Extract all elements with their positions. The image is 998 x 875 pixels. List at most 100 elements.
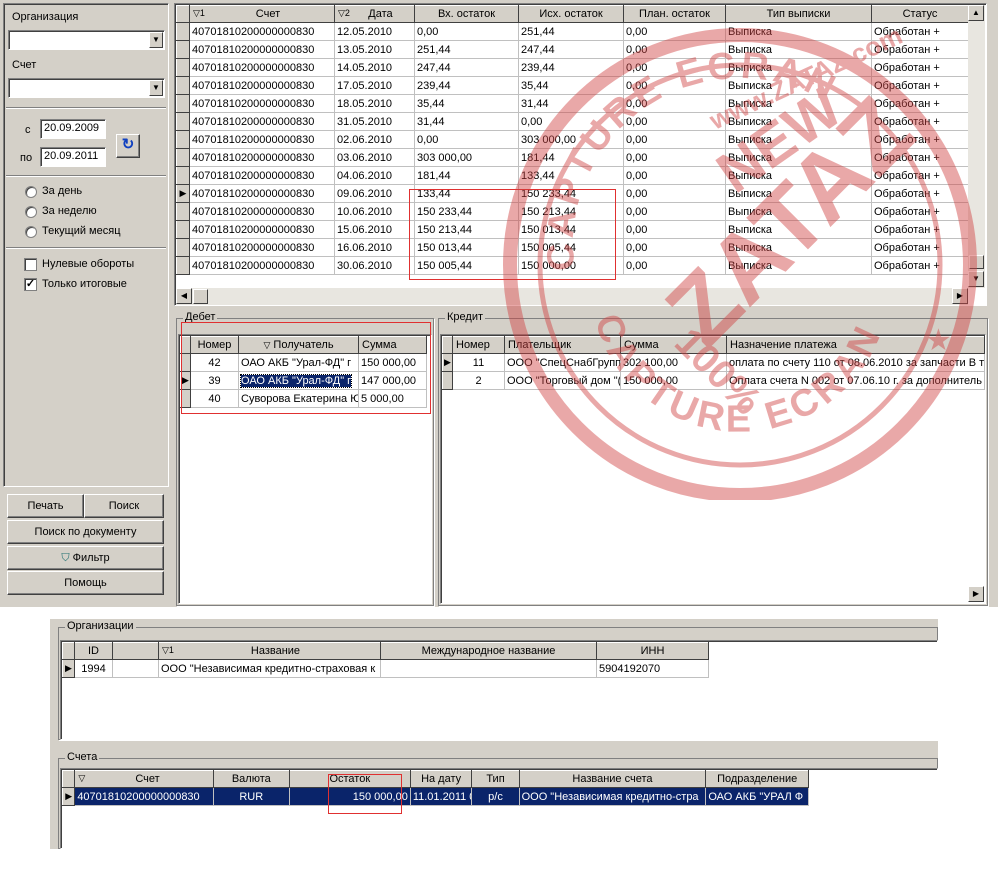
table-row[interactable]: 40701810200000000830 15.06.2010 150 213,44… bbox=[176, 220, 969, 239]
table-cell[interactable]: 40701810200000000830 bbox=[189, 112, 335, 131]
scroll-right-icon[interactable]: ▶ bbox=[952, 288, 968, 304]
table-row[interactable]: ▶ 11 ООО "СпецСнабГрупп" 302 100,00 оплата п… bbox=[442, 353, 985, 372]
table-cell[interactable]: Обработан + bbox=[871, 148, 969, 167]
table-cell[interactable]: 5 000,00 bbox=[358, 389, 427, 408]
table-cell[interactable]: 150 233,44 bbox=[414, 202, 519, 221]
table-cell[interactable]: Обработан + bbox=[871, 256, 969, 275]
table-cell[interactable]: Обработан + bbox=[871, 94, 969, 113]
col-header-amount[interactable]: Сумма bbox=[358, 336, 427, 354]
col-header-account-name[interactable]: Название счета bbox=[518, 770, 707, 788]
table-cell[interactable]: 40701810200000000830 bbox=[189, 220, 335, 239]
table-cell[interactable]: 03.06.2010 bbox=[334, 148, 415, 167]
table-cell[interactable]: 150 013,44 bbox=[518, 220, 624, 239]
table-cell[interactable]: Обработан + bbox=[871, 238, 969, 257]
col-header-number[interactable]: Номер bbox=[190, 336, 239, 354]
table-cell[interactable]: 0,00 bbox=[623, 238, 726, 257]
table-cell[interactable]: 40701810200000000830 bbox=[189, 184, 335, 203]
table-cell[interactable]: Обработан + bbox=[871, 220, 969, 239]
table-cell[interactable]: 39 bbox=[190, 371, 239, 390]
chevron-down-icon[interactable]: ▼ bbox=[149, 32, 163, 48]
table-cell[interactable]: 30.06.2010 bbox=[334, 256, 415, 275]
table-cell[interactable]: ОАО АКБ "Урал-ФД" г bbox=[238, 371, 359, 390]
table-cell[interactable]: Выписка bbox=[725, 148, 872, 167]
table-cell[interactable]: 40 bbox=[190, 389, 239, 408]
table-row[interactable]: 40701810200000000830 16.06.2010 150 013,44… bbox=[176, 238, 969, 257]
table-cell[interactable]: 40701810200000000830 bbox=[74, 787, 214, 806]
table-cell[interactable]: ООО "СпецСнабГрупп" bbox=[504, 353, 621, 372]
table-cell[interactable]: 31.05.2010 bbox=[334, 112, 415, 131]
table-cell[interactable]: 15.06.2010 bbox=[334, 220, 415, 239]
table-cell[interactable]: 0,00 bbox=[623, 130, 726, 149]
table-cell[interactable]: Выписка bbox=[725, 184, 872, 203]
refresh-button[interactable]: ↻ bbox=[116, 134, 140, 158]
col-header-inn[interactable]: ИНН bbox=[596, 642, 709, 660]
date-to-input[interactable]: 20.09.2011 bbox=[40, 147, 106, 167]
col-header-id[interactable]: ID bbox=[74, 642, 113, 660]
table-row[interactable]: 40701810200000000830 31.05.2010 31,44 0,00 0… bbox=[176, 112, 969, 131]
table-cell[interactable]: 0,00 bbox=[623, 22, 726, 41]
table-cell[interactable]: 40701810200000000830 bbox=[189, 58, 335, 77]
table-cell[interactable]: 303 000,00 bbox=[414, 148, 519, 167]
account-combo[interactable]: ▼ bbox=[8, 78, 165, 98]
table-cell[interactable]: 0,00 bbox=[623, 40, 726, 59]
table-cell[interactable]: 11 bbox=[452, 353, 505, 372]
table-cell[interactable]: Выписка bbox=[725, 238, 872, 257]
col-header-status[interactable]: Статус bbox=[871, 5, 969, 23]
table-cell[interactable]: 150 005,44 bbox=[518, 238, 624, 257]
table-cell[interactable]: 1994 bbox=[74, 659, 113, 678]
accounts-grid[interactable]: ▽ Счет Валюта Остаток На дату Тип Названи… bbox=[61, 770, 809, 806]
statements-hscroll-thumb[interactable] bbox=[193, 289, 208, 304]
table-cell[interactable]: Выписка bbox=[725, 40, 872, 59]
table-row[interactable]: 40701810200000000830 30.06.2010 150 005,44… bbox=[176, 256, 969, 275]
table-row[interactable]: ▶ 40701810200000000830 09.06.2010 133,44 150… bbox=[176, 184, 969, 203]
table-cell[interactable]: 40701810200000000830 bbox=[189, 76, 335, 95]
table-cell[interactable]: 150 013,44 bbox=[414, 238, 519, 257]
radio-day[interactable] bbox=[25, 186, 37, 198]
table-row[interactable]: 2 ООО "Торговый дом "(150 000,00 Оплата сч… bbox=[442, 371, 985, 390]
date-from-input[interactable]: 20.09.2009 bbox=[40, 119, 106, 139]
table-row[interactable]: 40701810200000000830 18.05.2010 35,44 31,44… bbox=[176, 94, 969, 113]
table-cell[interactable]: 40701810200000000830 bbox=[189, 94, 335, 113]
table-row[interactable]: ▶ 40701810200000000830 RUR 150 000,00 11.01.… bbox=[61, 787, 809, 806]
table-cell[interactable]: ОАО АКБ "Урал-ФД" г bbox=[238, 353, 359, 372]
table-cell[interactable]: 13.05.2010 bbox=[334, 40, 415, 59]
table-cell[interactable]: 40701810200000000830 bbox=[189, 256, 335, 275]
table-cell[interactable]: 0,00 bbox=[623, 148, 726, 167]
table-cell[interactable]: Выписка bbox=[725, 202, 872, 221]
col-header-date[interactable]: ▽2 Дата bbox=[334, 5, 415, 23]
row-indicator[interactable] bbox=[176, 202, 190, 221]
table-row[interactable]: 40701810200000000830 17.05.2010 239,44 35,4… bbox=[176, 76, 969, 95]
table-cell[interactable]: Обработан + bbox=[871, 22, 969, 41]
table-cell[interactable]: 0,00 bbox=[623, 76, 726, 95]
table-cell[interactable]: 0,00 bbox=[623, 256, 726, 275]
table-cell[interactable]: 09.06.2010 bbox=[334, 184, 415, 203]
table-cell[interactable]: 147 000,00 bbox=[358, 371, 427, 390]
table-row[interactable]: 40701810200000000830 04.06.2010 181,44 133,… bbox=[176, 166, 969, 185]
row-indicator[interactable] bbox=[180, 389, 191, 408]
row-indicator[interactable] bbox=[176, 220, 190, 239]
table-row[interactable]: ▶ 1994 ООО "Независимая кредитно-страховая… bbox=[62, 659, 709, 678]
row-indicator[interactable] bbox=[176, 166, 190, 185]
print-button[interactable]: Печать bbox=[7, 494, 84, 518]
scroll-up-icon[interactable]: ▲ bbox=[968, 5, 984, 21]
table-cell[interactable]: Обработан + bbox=[871, 130, 969, 149]
col-header-out-balance[interactable]: Исх. остаток bbox=[518, 5, 624, 23]
col-header-intl-name[interactable]: Международное название bbox=[380, 642, 597, 660]
debit-grid[interactable]: Номер ▽ Получатель Сумма 42 ОАО АКБ "Урал… bbox=[180, 336, 427, 408]
radio-month[interactable] bbox=[25, 226, 37, 238]
statements-vscroll[interactable] bbox=[968, 5, 985, 288]
col-header-account[interactable]: ▽ Счет bbox=[74, 770, 214, 788]
row-indicator[interactable] bbox=[442, 371, 453, 390]
row-indicator[interactable]: ▶ bbox=[180, 371, 191, 390]
table-cell[interactable]: 0,00 bbox=[623, 220, 726, 239]
credit-grid[interactable]: Номер Плательщик Сумма Назначение платеж… bbox=[442, 336, 985, 390]
col-header-payer[interactable]: Плательщик bbox=[504, 336, 621, 354]
table-cell[interactable]: Суворова Екатерина Ю bbox=[238, 389, 359, 408]
table-cell[interactable]: ООО "Независимая кредитно-страховая к bbox=[158, 659, 381, 678]
table-row[interactable]: 42 ОАО АКБ "Урал-ФД" г 150 000,00 bbox=[180, 353, 427, 372]
table-row[interactable]: 40701810200000000830 02.06.2010 0,00 303 00… bbox=[176, 130, 969, 149]
table-cell[interactable]: 133,44 bbox=[414, 184, 519, 203]
table-cell[interactable]: 150 005,44 bbox=[414, 256, 519, 275]
col-header-number[interactable]: Номер bbox=[452, 336, 505, 354]
table-cell[interactable]: 247,44 bbox=[414, 58, 519, 77]
